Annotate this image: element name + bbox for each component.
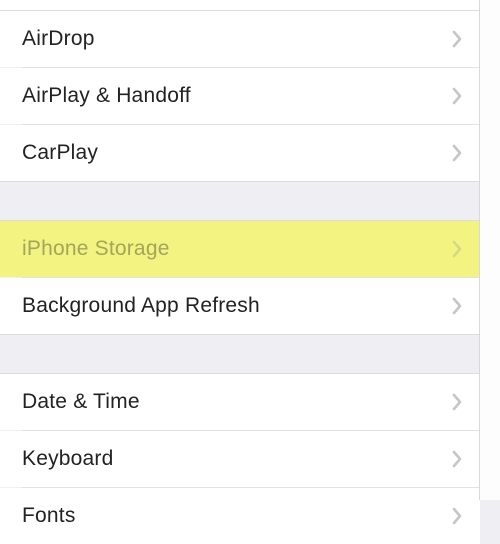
row-airdrop[interactable]: AirDrop bbox=[0, 11, 480, 67]
chevron-right-icon bbox=[452, 30, 462, 48]
row-carplay[interactable]: CarPlay bbox=[0, 125, 480, 181]
scrollbar-track[interactable] bbox=[480, 0, 500, 500]
settings-list: AirDrop AirPlay & Handoff CarPlay iPhone… bbox=[0, 0, 480, 500]
row-label: Keyboard bbox=[22, 447, 452, 471]
partial-cell-top bbox=[0, 0, 480, 10]
chevron-right-icon bbox=[452, 393, 462, 411]
row-date-time[interactable]: Date & Time bbox=[0, 374, 480, 430]
row-label: AirPlay & Handoff bbox=[22, 84, 452, 108]
chevron-right-icon bbox=[452, 144, 462, 162]
row-background-app-refresh[interactable]: Background App Refresh bbox=[0, 278, 480, 334]
chevron-right-icon bbox=[452, 87, 462, 105]
row-label: AirDrop bbox=[22, 27, 452, 51]
chevron-right-icon bbox=[452, 297, 462, 315]
row-keyboard[interactable]: Keyboard bbox=[0, 431, 480, 487]
section-gap bbox=[0, 181, 480, 221]
row-label: Background App Refresh bbox=[22, 294, 452, 318]
chevron-right-icon bbox=[452, 450, 462, 468]
row-airplay-handoff[interactable]: AirPlay & Handoff bbox=[0, 68, 480, 124]
row-label: iPhone Storage bbox=[22, 237, 452, 261]
row-iphone-storage[interactable]: iPhone Storage bbox=[0, 221, 480, 277]
section-gap bbox=[0, 334, 480, 374]
row-label: CarPlay bbox=[22, 141, 452, 165]
row-fonts[interactable]: Fonts bbox=[0, 488, 480, 544]
chevron-right-icon bbox=[452, 507, 462, 525]
chevron-right-icon bbox=[452, 240, 462, 258]
row-label: Date & Time bbox=[22, 390, 452, 414]
row-label: Fonts bbox=[22, 504, 452, 528]
